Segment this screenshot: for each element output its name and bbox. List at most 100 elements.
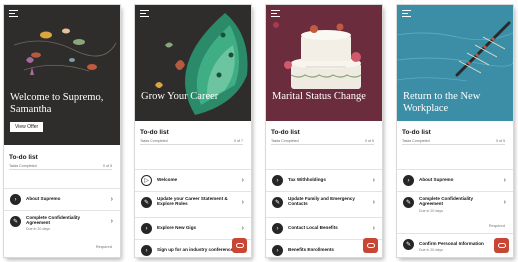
tasks-completed-label: Tasks Completed — [140, 139, 168, 143]
todo-title: To-do list — [402, 129, 431, 136]
oracle-logo-icon — [497, 243, 506, 248]
todo-card: To-do list Tasks Completed 0 of 5 › Abou… — [4, 148, 120, 257]
pencil-icon: ✎ — [141, 197, 152, 208]
todo-item-label: Tax Withholdings — [288, 177, 326, 182]
chevron-right-icon: › — [110, 218, 113, 225]
todo-item[interactable]: ✎ Complete Confidentiality Agreement Due… — [397, 191, 513, 217]
todo-item-label: Benefits Enrollments — [288, 247, 334, 252]
todo-item-label: Update your Career Statement & Explore R… — [157, 196, 228, 207]
hero-banner: Grow Your Career — [135, 5, 251, 121]
todo-card: To-do list Tasks Completed 0 of 5 › Tax … — [266, 123, 382, 257]
chevron-right-icon: › — [503, 177, 506, 184]
arrow-right-icon: › — [272, 245, 283, 256]
play-icon: ▷ — [141, 175, 152, 186]
tasks-completed-label: Tasks Completed — [9, 164, 37, 168]
hero-title: Grow Your Career — [141, 91, 219, 102]
chevron-right-icon: › — [503, 199, 506, 206]
phone-screen-career: Grow Your Career To-do list Tasks Comple… — [135, 5, 251, 257]
todo-item-label: About Supremo — [26, 196, 61, 201]
tasks-completed-count: 0 of 5 — [496, 139, 505, 143]
chevron-right-icon: › — [241, 225, 244, 232]
tasks-completed-label: Tasks Completed — [271, 139, 299, 143]
todo-title: To-do list — [9, 154, 38, 161]
phone-screen-marital-status: Marital Status Change To-do list Tasks C… — [266, 5, 382, 257]
tasks-progress-bar — [271, 144, 374, 145]
hero-title: Return to the New Workplace — [403, 91, 481, 114]
todo-item-due: Due in 20 days — [419, 248, 443, 252]
todo-item[interactable]: › About Supremo › — [397, 169, 513, 191]
tasks-completed-row: Tasks Completed 0 of 5 — [271, 139, 374, 143]
oracle-logo-icon — [366, 243, 375, 248]
required-label: Required — [95, 244, 112, 249]
tasks-completed-label: Tasks Completed — [402, 139, 430, 143]
todo-item-label: Complete Confidentiality Agreement — [419, 196, 474, 207]
wedding-cake-illustration — [266, 5, 382, 121]
hamburger-menu-icon[interactable] — [9, 10, 18, 17]
chevron-right-icon: › — [241, 199, 244, 206]
peacock-illustration — [135, 5, 251, 121]
todo-item[interactable]: ✎ Complete Confidentiality Agreement Due… — [4, 210, 120, 236]
todo-item-label: About Supremo — [419, 177, 454, 182]
hero-banner: Welcome to Supremo, Samantha View Offer — [4, 5, 120, 145]
oracle-logo-icon — [235, 243, 244, 248]
oracle-assistant-button[interactable] — [232, 238, 247, 253]
tasks-progress-bar — [9, 169, 112, 170]
oracle-assistant-button[interactable] — [494, 238, 509, 253]
tasks-completed-row: Tasks Completed 0 of 5 — [9, 164, 112, 168]
hero-title: Welcome to Supremo, Samantha — [10, 92, 104, 115]
tasks-completed-count: 0 of 5 — [103, 164, 112, 168]
oracle-assistant-button[interactable] — [363, 238, 378, 253]
arrow-right-icon: › — [403, 175, 414, 186]
chevron-right-icon: › — [372, 199, 375, 206]
hamburger-menu-icon[interactable] — [402, 10, 411, 17]
tasks-completed-row: Tasks Completed 0 of 7 — [140, 139, 243, 143]
todo-item-label: Complete Confidentiality Agreement — [26, 215, 81, 226]
arrow-right-icon: › — [141, 223, 152, 234]
todo-card: To-do list Tasks Completed 0 of 7 ▷ Welc… — [135, 123, 251, 257]
tasks-progress-bar — [140, 144, 243, 145]
todo-item-label: Sign up for an industry conference — [157, 247, 234, 252]
hero-banner: Return to the New Workplace — [397, 5, 513, 121]
arrow-right-icon: › — [272, 175, 283, 186]
phone-screen-welcome: Welcome to Supremo, Samantha View Offer … — [4, 5, 120, 257]
hamburger-menu-icon[interactable] — [140, 10, 149, 17]
todo-item-due: Due in 20 days — [419, 209, 443, 213]
chevron-right-icon: › — [241, 177, 244, 184]
chevron-right-icon: › — [372, 177, 375, 184]
todo-item[interactable]: ✎ Update your Career Statement & Explore… — [135, 191, 251, 217]
arrow-right-icon: › — [272, 223, 283, 234]
chevron-right-icon: › — [110, 196, 113, 203]
todo-item[interactable]: › About Supremo › — [4, 188, 120, 210]
hamburger-menu-icon[interactable] — [271, 10, 280, 17]
arrow-right-icon: › — [141, 245, 152, 256]
todo-item[interactable]: › Contact Local Benefits › — [266, 217, 382, 239]
hero-banner: Marital Status Change — [266, 5, 382, 121]
todo-title: To-do list — [140, 129, 169, 136]
todo-item-label: Explore New Gigs — [157, 225, 197, 230]
todo-item-label: Contact Local Benefits — [288, 225, 338, 230]
view-offer-button[interactable]: View Offer — [10, 122, 44, 132]
tasks-completed-row: Tasks Completed 0 of 5 — [402, 139, 505, 143]
todo-title: To-do list — [271, 129, 300, 136]
required-label: Required — [488, 223, 505, 228]
tasks-completed-count: 0 of 5 — [365, 139, 374, 143]
tasks-progress-bar — [402, 144, 505, 145]
chevron-right-icon: › — [372, 225, 375, 232]
todo-item-due: Due in 20 days — [26, 227, 50, 231]
pencil-icon: ✎ — [10, 216, 21, 227]
todo-item[interactable]: › Explore New Gigs › — [135, 217, 251, 239]
todo-item[interactable]: › Tax Withholdings › — [266, 169, 382, 191]
phone-screen-return-to-workplace: Return to the New Workplace To-do list T… — [397, 5, 513, 257]
pencil-icon: ✎ — [403, 239, 414, 250]
todo-item[interactable]: ✎ Update Family and Emergency Contacts › — [266, 191, 382, 217]
todo-item-label: Confirm Personal Information — [419, 241, 484, 246]
tasks-completed-count: 0 of 7 — [234, 139, 243, 143]
hero-title: Marital Status Change — [272, 91, 366, 102]
todo-item-label: Welcome — [157, 177, 178, 182]
arrow-right-icon: › — [10, 194, 21, 205]
todo-card: To-do list Tasks Completed 0 of 5 › Abou… — [397, 123, 513, 257]
todo-item-label: Update Family and Emergency Contacts — [288, 196, 355, 207]
pencil-icon: ✎ — [272, 197, 283, 208]
pencil-icon: ✎ — [403, 197, 414, 208]
todo-item[interactable]: ▷ Welcome › — [135, 169, 251, 191]
